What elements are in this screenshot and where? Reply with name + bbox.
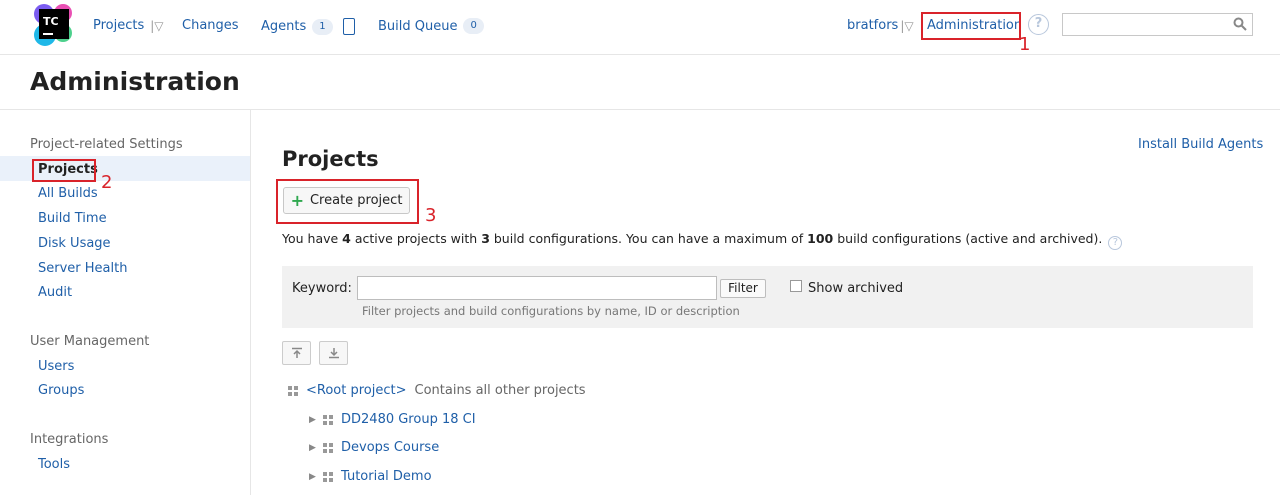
sidebar-section-integrations: Integrations <box>30 432 109 447</box>
agents-count-badge: 1 <box>312 18 333 35</box>
page-title: Administration <box>30 67 240 96</box>
collapse-all-icon <box>291 347 302 358</box>
project-grid-icon <box>323 442 333 453</box>
summary-text: build configurations (active and archive… <box>833 231 1103 246</box>
summary-text: build configurations. You can have a max… <box>489 231 808 246</box>
filter-button[interactable]: Filter <box>720 279 766 298</box>
expand-arrow-icon[interactable]: ▶ <box>309 443 323 453</box>
tree-row: ▶ Devops Course <box>309 440 439 455</box>
annotation-box-3 <box>276 179 419 224</box>
projects-summary: You have 4 active projects with 3 build … <box>282 231 1123 250</box>
sidebar-item-all-builds[interactable]: All Builds <box>38 186 98 201</box>
summary-text: You have <box>282 231 343 246</box>
project-link[interactable]: Tutorial Demo <box>341 469 432 484</box>
install-build-agents-link[interactable]: Install Build Agents <box>1138 137 1263 152</box>
root-project-description: Contains all other projects <box>414 383 586 398</box>
teamcity-logo[interactable]: TC <box>33 3 75 47</box>
annotation-box-2 <box>32 159 96 182</box>
chevron-down-icon[interactable]: |▽ <box>900 19 913 33</box>
tree-row: ▶ Tutorial Demo <box>309 469 432 484</box>
sidebar-item-users[interactable]: Users <box>38 359 74 374</box>
nav-changes[interactable]: Changes <box>182 18 239 33</box>
search-input[interactable] <box>1062 13 1253 36</box>
filter-hint: Filter projects and build configurations… <box>362 304 740 318</box>
project-grid-icon <box>323 471 333 482</box>
show-archived-checkbox[interactable] <box>790 280 802 292</box>
expand-all-icon <box>328 348 339 359</box>
sidebar-item-server-health[interactable]: Server Health <box>38 261 127 276</box>
summary-text: active projects with <box>350 231 482 246</box>
top-navigation-bar: TC Projects |▽ Changes Agents 1 Build Qu… <box>0 0 1280 55</box>
help-icon[interactable]: ? <box>1108 236 1123 250</box>
nav-build-queue[interactable]: Build Queue 0 <box>378 18 484 34</box>
nav-projects-label[interactable]: Projects <box>93 18 144 33</box>
build-config-count: 3 <box>481 231 490 246</box>
nav-agents[interactable]: Agents 1 <box>261 18 355 35</box>
help-icon[interactable]: ? <box>1028 14 1049 35</box>
keyword-input[interactable] <box>357 276 717 300</box>
sidebar-item-build-time[interactable]: Build Time <box>38 211 107 226</box>
agent-status-icon[interactable] <box>342 18 355 35</box>
expand-arrow-icon[interactable]: ▶ <box>309 472 323 482</box>
show-archived-label[interactable]: Show archived <box>808 281 903 296</box>
logo-text: TC <box>43 15 59 28</box>
filter-panel: Keyword: Filter Show archived Filter pro… <box>282 266 1253 328</box>
nav-projects[interactable]: Projects |▽ <box>93 18 164 33</box>
nav-build-queue-label[interactable]: Build Queue <box>378 19 457 34</box>
user-menu[interactable]: bratfors |▽ <box>847 18 914 33</box>
build-queue-count-badge: 0 <box>463 18 484 34</box>
user-name[interactable]: bratfors <box>847 18 898 33</box>
expand-all-button[interactable] <box>319 341 348 365</box>
project-link[interactable]: Devops Course <box>341 440 439 455</box>
project-grid-icon <box>288 385 298 396</box>
sidebar-section-project-settings: Project-related Settings <box>30 137 183 152</box>
annotation-box-1 <box>921 12 1021 40</box>
max-config-count: 100 <box>807 231 834 246</box>
admin-sidebar: Project-related Settings Projects 2 All … <box>0 110 251 495</box>
projects-heading: Projects <box>282 147 379 171</box>
page-title-bar: Administration <box>0 55 1280 110</box>
nav-changes-label[interactable]: Changes <box>182 18 239 33</box>
annotation-number-1: 1 <box>1019 34 1031 55</box>
expand-arrow-icon[interactable]: ▶ <box>309 415 323 425</box>
root-project-link[interactable]: <Root project> <box>306 383 407 398</box>
annotation-number-3: 3 <box>425 205 437 226</box>
chevron-down-icon[interactable]: |▽ <box>150 19 163 33</box>
project-link[interactable]: DD2480 Group 18 CI <box>341 412 476 427</box>
sidebar-item-tools[interactable]: Tools <box>38 457 70 472</box>
sidebar-item-groups[interactable]: Groups <box>38 383 84 398</box>
sidebar-section-user-management: User Management <box>30 334 150 349</box>
sidebar-item-disk-usage[interactable]: Disk Usage <box>38 236 111 251</box>
project-grid-icon <box>323 414 333 425</box>
sidebar-item-audit[interactable]: Audit <box>38 285 72 300</box>
keyword-label: Keyword: <box>292 281 352 296</box>
annotation-number-2: 2 <box>101 172 113 193</box>
collapse-all-button[interactable] <box>282 341 311 365</box>
tree-row: ▶ DD2480 Group 18 CI <box>309 412 476 427</box>
nav-agents-label[interactable]: Agents <box>261 19 306 34</box>
search-icon[interactable] <box>1233 17 1247 31</box>
active-projects-count: 4 <box>342 231 351 246</box>
tree-row-root: <Root project> Contains all other projec… <box>288 383 586 398</box>
